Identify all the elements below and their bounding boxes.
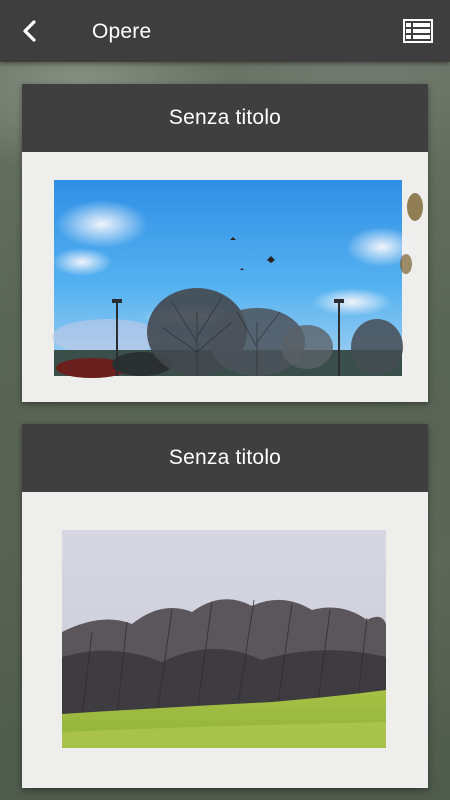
list-view-icon: [403, 19, 433, 43]
page-title: Opere: [92, 20, 152, 43]
list-view-button[interactable]: [402, 16, 434, 46]
artwork-title: Senza titolo: [168, 446, 282, 469]
back-button[interactable]: [14, 15, 46, 47]
app-bar: Opere: [0, 0, 450, 62]
artwork-card[interactable]: Senza titolo: [22, 84, 428, 402]
chevron-left-icon: [23, 20, 36, 42]
artwork-title: Senza titolo: [168, 106, 282, 129]
artwork-image-field-trees[interactable]: [22, 492, 428, 788]
artwork-image-sky-trees[interactable]: [22, 152, 428, 402]
artwork-card[interactable]: Senza titolo: [22, 424, 428, 788]
